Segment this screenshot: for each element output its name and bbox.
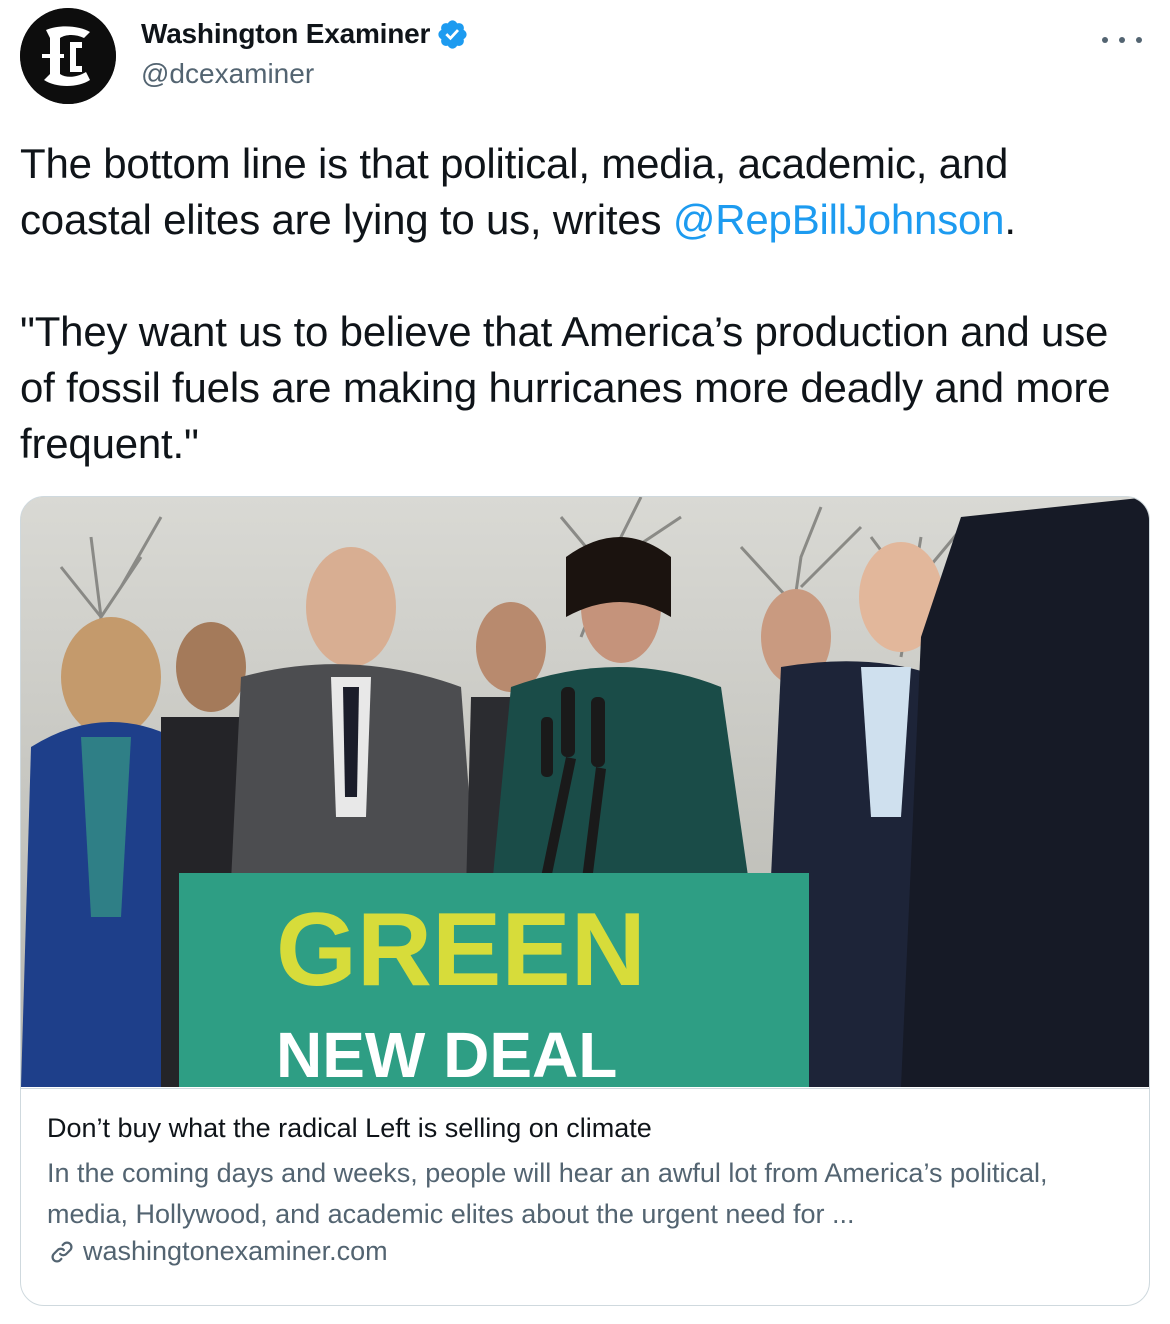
washington-examiner-logo-icon (20, 8, 116, 104)
tweet-paragraph: The bottom line is that political, media… (20, 136, 1150, 248)
link-card[interactable]: GREEN NEW DEAL Don’t buy what the radica… (20, 496, 1150, 1306)
card-description: In the coming days and weeks, people wil… (47, 1158, 1048, 1229)
mention-link[interactable]: @RepBillJohnson (673, 196, 1005, 243)
more-options-icon[interactable] (1102, 30, 1142, 50)
card-body[interactable]: Don’t buy what the radical Left is selli… (21, 1088, 1149, 1305)
tweet-quote: "They want us to believe that America’s … (20, 308, 1111, 467)
card-image[interactable]: GREEN NEW DEAL (21, 497, 1149, 1087)
card-domain-text: washingtonexaminer.com (83, 1236, 388, 1266)
handle[interactable]: @dcexaminer (141, 58, 469, 90)
card-title[interactable]: Don’t buy what the radical Left is selli… (47, 1113, 652, 1144)
sign-text-new-deal: NEW DEAL (276, 1019, 617, 1087)
avatar[interactable] (20, 8, 116, 104)
tweet-text: The bottom line is that political, media… (20, 136, 1150, 472)
card-domain[interactable]: washingtonexaminer.com (47, 1236, 388, 1267)
sign-text-green: GREEN (276, 892, 646, 1008)
tweet-text-part: . (1004, 196, 1016, 243)
display-name[interactable]: Washington Examiner (141, 18, 430, 50)
verified-badge-icon (436, 18, 469, 51)
link-icon (47, 1237, 77, 1267)
tweet-header: Washington Examiner @dcexaminer (20, 8, 1150, 108)
